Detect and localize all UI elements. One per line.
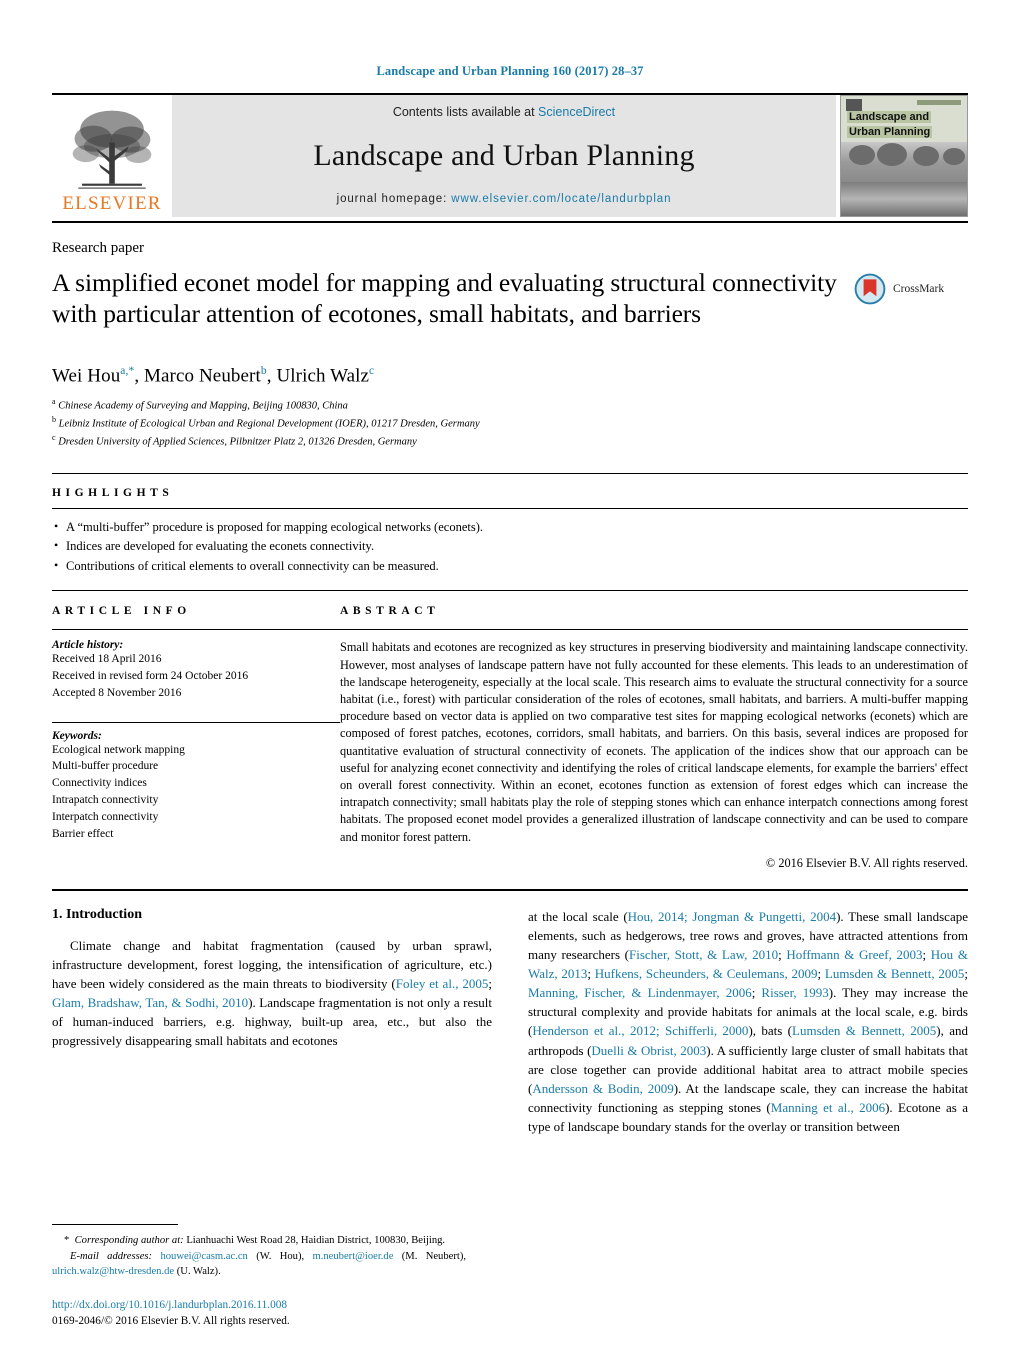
keyword-item: Connectivity indices <box>52 777 147 790</box>
author-name-2: Ulrich Walz <box>276 365 370 387</box>
affiliation-mark-b: b <box>52 415 56 425</box>
author-list: Wei Houa,*, Marco Neubertb, Ulrich Walzc <box>52 365 375 387</box>
list-item: A “multi-buffer” procedure is proposed f… <box>52 517 968 538</box>
journal-title: Landscape and Urban Planning <box>313 139 695 172</box>
highlights-list: A “multi-buffer” procedure is proposed f… <box>52 517 968 591</box>
journal-banner: Contents lists available at ScienceDirec… <box>172 95 836 217</box>
elsevier-tree-icon <box>72 110 152 189</box>
masthead-bottom-rule <box>52 221 968 223</box>
cover-photo-top <box>841 141 967 183</box>
crossmark-badge[interactable]: CrossMark <box>848 273 968 305</box>
crossmark-label: CrossMark <box>893 283 945 295</box>
abstract-heading: ABSTRACT <box>340 605 440 618</box>
info-abstract-grid: ARTICLE INFO Article history: Received 1… <box>52 605 968 870</box>
sciencedirect-link[interactable]: ScienceDirect <box>538 105 615 119</box>
abstract-rule <box>340 629 968 631</box>
article-info-section: ARTICLE INFO Article history: Received 1… <box>52 605 340 870</box>
journal-masthead: ELSEVIER Contents lists available at Sci… <box>52 95 968 217</box>
keyword-item: Intrapatch connectivity <box>52 794 159 807</box>
email-addresses-note: E-mail addresses: houwei@casm.ac.cn (W. … <box>52 1250 466 1277</box>
abstract-copyright: © 2016 Elsevier B.V. All rights reserved… <box>765 855 968 870</box>
doi-block: http://dx.doi.org/10.1016/j.landurbplan.… <box>52 1297 290 1329</box>
body-columns: 1. Introduction Climate change and habit… <box>52 907 968 1136</box>
journal-homepage-line: journal homepage: www.elsevier.com/locat… <box>337 193 672 205</box>
keywords-title: Keywords: <box>52 729 102 742</box>
keyword-item: Barrier effect <box>52 827 114 840</box>
keyword-item: Ecological network mapping <box>52 743 185 756</box>
list-item: Contributions of critical elements to ov… <box>52 556 968 577</box>
issn-copyright-line: 0169-2046/© 2016 Elsevier B.V. All right… <box>52 1314 290 1327</box>
cover-title-line-2: Urban Planning <box>847 126 933 138</box>
homepage-label: journal homepage: <box>336 193 452 205</box>
author-marks-0: a,* <box>120 365 135 378</box>
intro-paragraph-left: Climate change and habitat fragmentation… <box>52 937 492 1049</box>
affiliation-a: a Chinese Academy of Surveying and Mappi… <box>52 396 968 414</box>
affiliation-c: c Dresden University of Applied Sciences… <box>52 432 968 450</box>
abstract-text: Small habitats and ecotones are recogniz… <box>340 640 968 844</box>
keywords-block: Keywords: Ecological network mapping Mul… <box>52 721 340 843</box>
highlights-body: A “multi-buffer” procedure is proposed f… <box>52 517 968 591</box>
keyword-item: Multi-buffer procedure <box>52 760 159 773</box>
body-column-left: 1. Introduction Climate change and habit… <box>52 907 492 1136</box>
body-top-rule <box>52 888 968 891</box>
keywords-rule <box>52 721 340 723</box>
footnote-block: * Corresponding author at: Lianhuachi We… <box>52 1224 466 1279</box>
page-title: A simplified econet model for mapping an… <box>52 268 837 329</box>
running-head: Landscape and Urban Planning 160 (2017) … <box>376 64 644 78</box>
cover-photo-bottom <box>841 182 967 216</box>
title-row: A simplified econet model for mapping an… <box>52 257 968 346</box>
highlights-heading: HIGHLIGHTS <box>52 486 174 499</box>
author-name-1: Marco Neubert <box>144 365 261 387</box>
homepage-url-link[interactable]: www.elsevier.com/locate/landurbplan <box>451 193 671 205</box>
article-history-revised: Received in revised form 24 October 2016 <box>52 670 249 683</box>
author-marks-2: c <box>369 365 375 378</box>
highlights-section: HIGHLIGHTS <box>52 474 968 508</box>
journal-cover-thumbnail: Landscape and Urban Planning <box>840 95 968 217</box>
keyword-item: Interpatch connectivity <box>52 810 159 823</box>
affiliation-b: b Leibniz Institute of Ecological Urban … <box>52 414 968 432</box>
contents-line: Contents lists available at ScienceDirec… <box>393 105 615 119</box>
author-name-0: Wei Hou <box>52 365 121 387</box>
highlights-bottom-rule <box>52 590 968 592</box>
affiliation-text-c: Dresden University of Applied Sciences, … <box>58 436 417 448</box>
author-marks-1: b <box>260 365 267 378</box>
article-history-accepted: Accepted 8 November 2016 <box>52 686 182 699</box>
affiliation-text-a: Chinese Academy of Surveying and Mapping… <box>58 400 348 412</box>
article-history-title: Article history: <box>52 639 124 652</box>
doi-link[interactable]: http://dx.doi.org/10.1016/j.landurbplan.… <box>52 1297 290 1313</box>
list-item: Indices are developed for evaluating the… <box>52 536 968 557</box>
crossmark-icon <box>854 273 886 305</box>
section-heading-introduction: 1. Introduction <box>52 906 142 922</box>
body-column-right: at the local scale (Hou, 2014; Jongman &… <box>528 907 968 1136</box>
article-type-label: Research paper <box>52 240 145 256</box>
contents-line-prefix: Contents lists available at <box>392 105 539 119</box>
intro-paragraph-right: at the local scale (Hou, 2014; Jongman &… <box>528 908 968 1134</box>
affiliation-text-b: Leibniz Institute of Ecological Urban an… <box>58 418 480 430</box>
affiliation-mark-a: a <box>52 396 56 406</box>
affiliation-list: a Chinese Academy of Surveying and Mappi… <box>52 396 968 451</box>
corresponding-author-note: * Corresponding author at: Lianhuachi We… <box>64 1235 446 1247</box>
article-info-rule <box>52 629 340 631</box>
paper-page: Landscape and Urban Planning 160 (2017) … <box>0 0 1020 1351</box>
affiliation-mark-c: c <box>52 433 56 443</box>
article-info-heading: ARTICLE INFO <box>52 605 191 618</box>
article-history-received: Received 18 April 2016 <box>52 653 162 666</box>
footnote-rule <box>52 1224 178 1226</box>
article-head: Research paper A simplified econet model… <box>52 240 968 451</box>
cover-publisher-badge-icon <box>846 99 862 111</box>
cover-header: Landscape and Urban Planning <box>841 96 967 142</box>
elsevier-logo: ELSEVIER <box>52 95 172 217</box>
cover-title-line-1: Landscape and <box>847 111 932 123</box>
elsevier-wordmark: ELSEVIER <box>62 193 162 214</box>
highlights-heading-rule <box>52 507 968 509</box>
abstract-section: ABSTRACT Small habitats and ecotones are… <box>340 605 968 870</box>
cover-issue-line <box>917 100 961 105</box>
